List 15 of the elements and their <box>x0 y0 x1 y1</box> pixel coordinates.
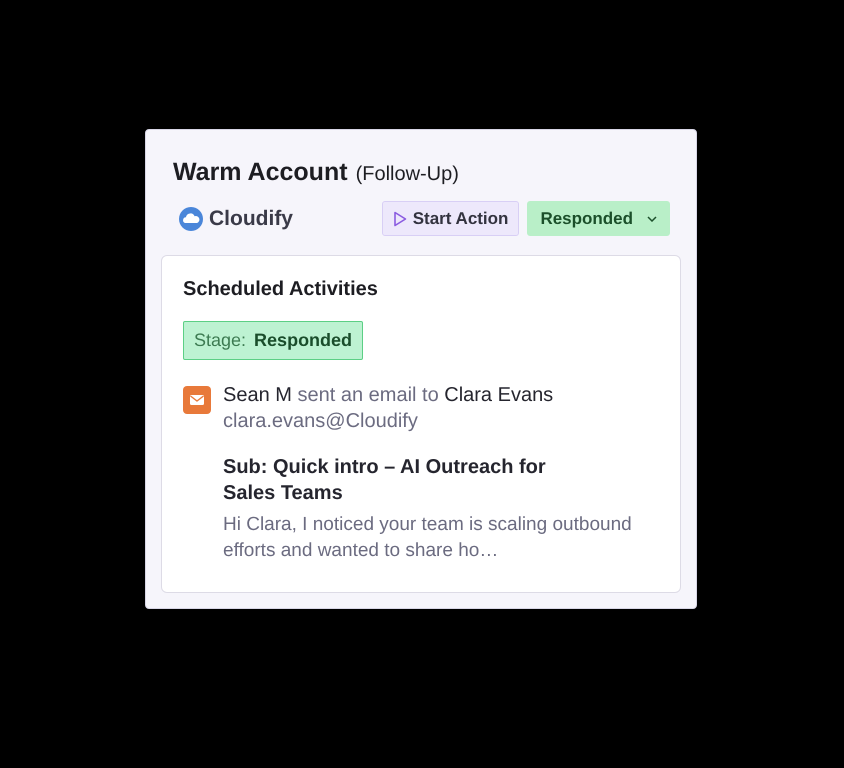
activity-summary: Sean M sent an email to Clara Evans <box>223 383 554 408</box>
account-title: Warm Account <box>173 158 348 187</box>
status-dropdown[interactable]: Responded <box>527 201 670 236</box>
cloud-icon <box>179 206 203 230</box>
email-subject: Sub: Quick intro – AI Outreach for Sales Teams <box>223 455 547 506</box>
start-action-button[interactable]: Start Action <box>382 201 520 236</box>
chevron-down-icon <box>647 216 657 222</box>
email-address: clara.evans@Cloudify <box>223 409 419 434</box>
account-subtitle: (Follow-Up) <box>356 163 459 186</box>
company-name: Cloudify <box>209 206 293 230</box>
envelope-icon <box>183 386 211 414</box>
section-title: Scheduled Activities <box>183 278 379 301</box>
play-icon <box>392 210 407 226</box>
email-preview: Hi Clara, I noticed your team is scaling outbound efforts and wanted to share ho… <box>223 513 633 563</box>
stage-badge: Stage: Responded <box>183 321 364 360</box>
